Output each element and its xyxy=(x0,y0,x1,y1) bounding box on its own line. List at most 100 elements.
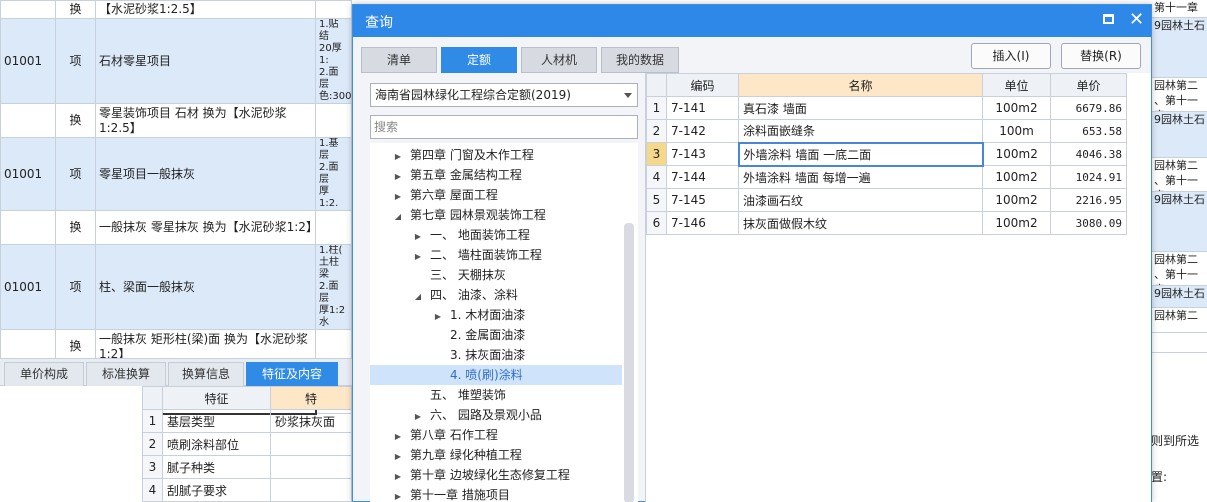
quota-row[interactable]: 3 7-143 外墙涂料 墙面 一底二面 100m2 4046.38 xyxy=(646,141,1127,167)
chevron-down-icon[interactable]: ◢ xyxy=(392,207,404,227)
feature-row[interactable]: 3 腻子种类 xyxy=(142,455,352,479)
tab-my-data[interactable]: 我的数据 xyxy=(601,47,679,73)
chevron-right-icon[interactable]: ▶ xyxy=(412,247,424,267)
quota-price: 6679.86 xyxy=(1050,96,1127,120)
feature-value[interactable]: 砂浆抹灰面 xyxy=(270,409,352,433)
replace-button[interactable]: 替换(R) xyxy=(1061,43,1141,69)
quota-row[interactable]: 2 7-142 涂料面嵌缝条 100m 653.58 xyxy=(646,119,1127,143)
tree-node[interactable]: 五、 堆塑装饰 xyxy=(370,385,622,405)
tree-node[interactable]: ▶ 第十一章 措施项目 xyxy=(370,485,622,502)
bottom-tab[interactable]: 单价构成 xyxy=(4,362,84,386)
tree-node[interactable]: 3. 抹灰面油漆 xyxy=(370,345,622,365)
quota-name: 真石漆 墙面 xyxy=(738,96,983,120)
quota-header-cell[interactable]: 单位 xyxy=(982,73,1051,97)
feature-index: 1 xyxy=(142,409,163,433)
quota-price: 1024.91 xyxy=(1050,165,1127,189)
tab-labor-material-machine[interactable]: 人材机 xyxy=(521,47,597,73)
feature-value[interactable] xyxy=(270,455,352,479)
chevron-down-icon[interactable]: ◢ xyxy=(412,287,424,307)
quota-library-select[interactable]: 海南省园林绿化工程综合定额(2019) xyxy=(370,83,638,107)
tree-node[interactable]: ▶ 二、 墙柱面装饰工程 xyxy=(370,245,622,265)
quota-row[interactable]: 6 7-146 抹灰面做假木纹 100m2 3080.09 xyxy=(646,211,1127,235)
bill-row[interactable]: 01001 项石材零星项目 1.贴结 20厚1: 2.面层 色:300 xyxy=(0,18,352,104)
feature-name: 刮腻子要求 xyxy=(162,478,271,502)
bottom-tab[interactable]: 换算信息 xyxy=(168,362,244,386)
bill-feature xyxy=(315,103,352,138)
tree-node[interactable]: 三、 天棚抹灰 xyxy=(370,265,622,285)
quota-header-cell[interactable]: 编码 xyxy=(666,73,739,97)
tree-node-label: 2. 金属面油漆 xyxy=(450,328,526,342)
chevron-right-icon[interactable]: ▶ xyxy=(412,227,424,247)
chevron-right-icon[interactable]: ▶ xyxy=(392,487,404,502)
close-icon[interactable]: ✕ xyxy=(1129,9,1144,31)
bill-desc[interactable]: 零星装饰项目 石材 换为【水泥砂浆1:2.5】 xyxy=(95,103,316,138)
maximize-icon[interactable] xyxy=(1103,14,1114,24)
bill-desc[interactable]: 零星项目一般抹灰 xyxy=(95,137,316,211)
dialog-titlebar[interactable]: 查询 ✕ xyxy=(353,5,1151,37)
quota-header-cell[interactable] xyxy=(646,73,667,97)
chevron-right-icon[interactable]: ▶ xyxy=(392,187,404,207)
bill-row[interactable]: 换零星装饰项目 石材 换为【水泥砂浆1:2.5】 xyxy=(0,103,352,138)
quota-row[interactable]: 5 7-145 油漆画石纹 100m2 2216.95 xyxy=(646,188,1127,212)
tree-node[interactable]: ▶ 第五章 金属结构工程 xyxy=(370,165,622,185)
bill-row[interactable]: 01001 项零星项目一般抹灰 1.基层 2.面层 厚1:2. xyxy=(0,137,352,211)
quota-unit: 100m2 xyxy=(982,96,1051,120)
right-column-cell: 园林第二 、第十一章 xyxy=(1151,252,1207,286)
tree-node[interactable]: 4. 喷(刷)涂料 xyxy=(370,365,622,385)
feature-name: 基层类型 xyxy=(162,409,271,433)
bill-code: 01001 xyxy=(0,137,56,211)
bill-row[interactable]: 换【水泥砂浆1:2.5】 xyxy=(0,0,352,19)
tree-scrollbar[interactable] xyxy=(624,223,634,502)
bill-desc[interactable]: 石材零星项目 xyxy=(95,18,316,104)
chevron-right-icon[interactable]: ▶ xyxy=(412,407,424,427)
tree-node[interactable]: ▶ 1. 木材面油漆 xyxy=(370,305,622,325)
bill-feature: 1.柱( 土柱梁 2.面层 厚1:2水 xyxy=(315,244,352,330)
chevron-right-icon[interactable]: ▶ xyxy=(392,147,404,167)
tree-node[interactable]: ▶ 一、 地面装饰工程 xyxy=(370,225,622,245)
tree-node-label: 二、 墙柱面装饰工程 xyxy=(430,248,542,262)
feature-value[interactable] xyxy=(270,432,352,456)
tree-node-label: 一、 地面装饰工程 xyxy=(430,228,530,242)
feature-index: 3 xyxy=(142,455,163,479)
feature-row[interactable]: 2 喷刷涂料部位 xyxy=(142,432,352,456)
chevron-right-icon[interactable]: ▶ xyxy=(392,447,404,467)
quota-name: 油漆画石纹 xyxy=(738,188,983,212)
chevron-right-icon[interactable]: ▶ xyxy=(392,427,404,447)
query-dialog: 查询 ✕ 清单 定额 人材机 我的数据 插入(I) 替换(R) 海南省园林绿化工… xyxy=(352,4,1152,502)
tree-node[interactable]: ▶ 第九章 绿化种植工程 xyxy=(370,445,622,465)
bottom-tab[interactable]: 标准换算 xyxy=(86,362,166,386)
chevron-right-icon[interactable]: ▶ xyxy=(392,167,404,187)
chevron-right-icon[interactable]: ▶ xyxy=(432,307,444,327)
tree-node[interactable]: ▶ 第十章 边坡绿化生态修复工程 xyxy=(370,465,622,485)
tree-node-label: 1. 木材面油漆 xyxy=(450,308,526,322)
chevron-right-icon[interactable]: ▶ xyxy=(392,467,404,487)
tree-node[interactable]: ▶ 第八章 石作工程 xyxy=(370,425,622,445)
bill-desc[interactable]: 一般抹灰 零星抹灰 换为【水泥砂浆1:2】 xyxy=(95,210,316,245)
feature-row[interactable]: 1 基层类型 砂浆抹灰面 xyxy=(142,409,352,433)
tab-bill[interactable]: 清单 xyxy=(361,47,437,73)
quota-name: 外墙涂料 墙面 一底二面 xyxy=(737,141,984,167)
search-input[interactable]: 搜索 xyxy=(370,115,638,139)
quota-table: 编码 名称 单位 单价 1 7-141 真石漆 墙面 100m2 6679.86 2 7-142 涂料… xyxy=(646,73,1127,235)
bill-row[interactable]: 换一般抹灰 零星抹灰 换为【水泥砂浆1:2】 xyxy=(0,210,352,245)
tree-node[interactable]: ◢ 第七章 园林景观装饰工程 xyxy=(370,205,622,225)
insert-button[interactable]: 插入(I) xyxy=(971,43,1051,69)
tree-node[interactable]: 2. 金属面油漆 xyxy=(370,325,622,345)
quota-row[interactable]: 1 7-141 真石漆 墙面 100m2 6679.86 xyxy=(646,96,1127,120)
bill-row[interactable]: 01001 项柱、梁面一般抹灰 1.柱( 土柱梁 2.面层 厚1:2水 xyxy=(0,244,352,330)
tree-node[interactable]: ▶ 六、 园路及景观小品 xyxy=(370,405,622,425)
tree-node[interactable]: ▶ 第六章 屋面工程 xyxy=(370,185,622,205)
tree-node[interactable]: ▶ 第四章 门窗及木作工程 xyxy=(370,145,622,165)
bill-desc[interactable]: 柱、梁面一般抹灰 xyxy=(95,244,316,330)
bill-desc[interactable]: 【水泥砂浆1:2.5】 xyxy=(95,0,316,19)
feature-header-name: 特征 xyxy=(162,386,271,410)
quota-header-cell[interactable]: 名称 xyxy=(738,73,983,97)
tab-quota[interactable]: 定额 xyxy=(441,47,517,73)
quota-header-cell[interactable]: 单价 xyxy=(1050,73,1127,97)
tree-node[interactable]: ◢ 四、 油漆、涂料 xyxy=(370,285,622,305)
feature-row[interactable]: 4 刮腻子要求 xyxy=(142,478,352,502)
feature-index: 2 xyxy=(142,432,163,456)
feature-value[interactable] xyxy=(270,478,352,502)
bottom-tab[interactable]: 特征及内容 xyxy=(246,362,338,386)
quota-row[interactable]: 4 7-144 外墙涂料 墙面 每增一遍 100m2 1024.91 xyxy=(646,165,1127,189)
